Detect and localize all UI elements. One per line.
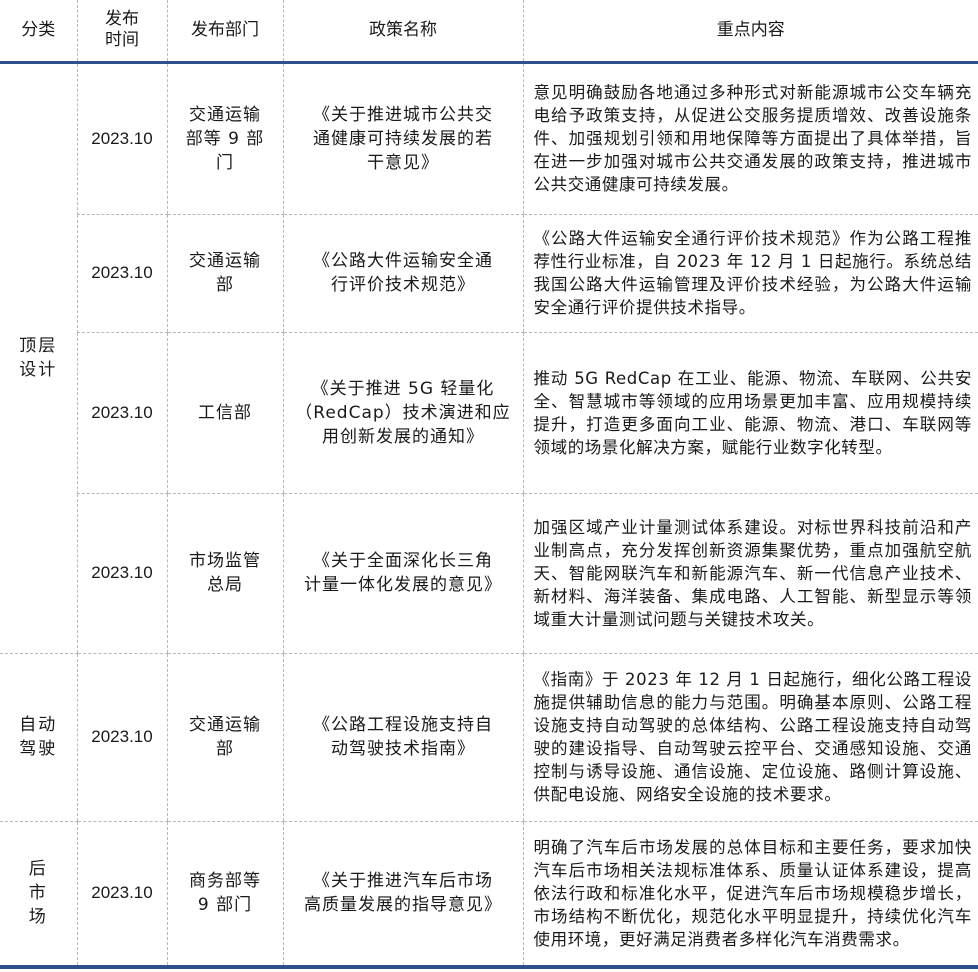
dept-cell: 商务部等 9 部门 [166, 821, 283, 967]
content-cell: 意见明确鼓励各地通过多种形式对新能源城市公交车辆充电给予政策支持，从促进公交服务… [522, 62, 978, 215]
category-cell-top-level: 顶层 设计 [0, 62, 77, 654]
policy-name-cell: 《公路工程设施支持自 动驾驶技术指南》 [282, 653, 523, 822]
table-row: 自动 驾驶 2023.10 交通运输 部 《公路工程设施支持自 动驾驶技术指南》… [0, 653, 978, 822]
dept-cell: 市场监管 总局 [166, 493, 283, 654]
policy-name-cell: 《公路大件运输安全通 行评价技术规范》 [282, 214, 523, 333]
policy-name-cell: 《关于推进 5G 轻量化 （RedCap）技术演进和应 用创新发展的通知》 [282, 332, 523, 494]
header-dept: 发布部门 [166, 0, 283, 64]
policy-table: 分类 发布 时间 发布部门 政策名称 重点内容 顶层 设计 2023.10 交通… [0, 0, 978, 969]
table-body: 顶层 设计 2023.10 交通运输 部等 9 部 门 《关于推进城市公共交 通… [0, 62, 978, 967]
time-cell: 2023.10 [76, 214, 167, 333]
time-cell: 2023.10 [76, 653, 167, 822]
dept-cell: 交通运输 部等 9 部 门 [166, 62, 283, 215]
table-row: 2023.10 市场监管 总局 《关于全面深化长三角 计量一体化发展的意见》 加… [0, 493, 978, 654]
content-cell: 明确了汽车后市场发展的总体目标和主要任务，要求加快汽车后市场相关法规标准体系、质… [522, 821, 978, 967]
header-time: 发布 时间 [76, 0, 167, 64]
dept-cell: 交通运输 部 [166, 653, 283, 822]
content-cell: 《公路大件运输安全通行评价技术规范》作为公路工程推荐性行业标准，自 2023 年… [522, 214, 978, 333]
time-cell: 2023.10 [76, 62, 167, 215]
policy-name-cell: 《关于推进汽车后市场 高质量发展的指导意见》 [282, 821, 523, 967]
header-content: 重点内容 [522, 0, 978, 64]
content-cell: 加强区域产业计量测试体系建设。对标世界科技前沿和产业制高点，充分发挥创新资源集聚… [522, 493, 978, 654]
table-header: 分类 发布 时间 发布部门 政策名称 重点内容 [0, 0, 978, 64]
content-cell: 推动 5G RedCap 在工业、能源、物流、车联网、公共安全、智慧城市等领域的… [522, 332, 978, 494]
content-cell: 《指南》于 2023 年 12 月 1 日起施行，细化公路工程设施提供辅助信息的… [522, 653, 978, 822]
category-cell-autonomous-driving: 自动 驾驶 [0, 653, 77, 822]
dept-cell: 交通运输 部 [166, 214, 283, 333]
header-category: 分类 [0, 0, 77, 64]
category-cell-aftermarket: 后 市 场 [28, 859, 48, 928]
time-cell: 2023.10 [76, 821, 167, 967]
dept-cell: 工信部 [166, 332, 283, 494]
table-row: 2023.10 工信部 《关于推进 5G 轻量化 （RedCap）技术演进和应 … [0, 332, 978, 494]
time-cell: 2023.10 [76, 332, 167, 494]
time-cell: 2023.10 [76, 493, 167, 654]
table-row: 顶层 设计 2023.10 交通运输 部等 9 部 门 《关于推进城市公共交 通… [0, 62, 978, 654]
policy-name-cell: 《关于全面深化长三角 计量一体化发展的意见》 [282, 493, 523, 654]
table-row: 后 市 场 2023.10 商务部等 9 部门 《关于推进汽车后市场 高质量发展… [0, 821, 978, 967]
header-row: 分类 发布 时间 发布部门 政策名称 重点内容 [0, 0, 978, 64]
header-name: 政策名称 [282, 0, 523, 64]
policy-name-cell: 《关于推进城市公共交 通健康可持续发展的若 干意见》 [282, 62, 523, 215]
table-row: 2023.10 交通运输 部 《公路大件运输安全通 行评价技术规范》 《公路大件… [0, 214, 978, 333]
